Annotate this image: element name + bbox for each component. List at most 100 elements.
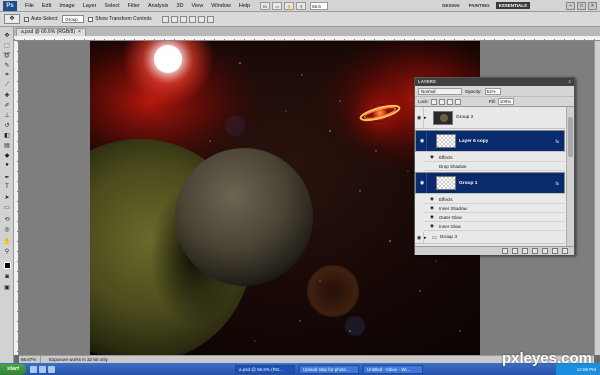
fx-icon[interactable]: fx [555,180,562,187]
pen-tool-icon[interactable]: ✒ [2,173,12,181]
hand-icon[interactable]: ✋ [284,1,295,10]
effect-outer-glow[interactable]: ◉ Outer Glow [424,213,565,222]
add-mask-icon[interactable] [522,248,528,254]
layers-scroll-thumb[interactable] [568,117,573,157]
3d-rotate-tool-icon[interactable]: ⟲ [2,215,12,223]
lock-pixels-icon[interactable] [438,98,445,105]
quick-mask-icon[interactable]: ◙ [2,273,12,281]
lock-all-icon[interactable] [454,98,461,105]
browser-icon[interactable] [39,365,46,373]
layer-row-group-1[interactable]: ◉ Group 1 fx [415,172,565,194]
taskbar-item-inbox[interactable]: Untitled - Inbox - Wi... [363,364,423,374]
align-bottom-icon[interactable] [179,15,187,23]
new-layer-icon[interactable] [552,248,558,254]
align-center-icon[interactable] [197,15,205,23]
effect-eye-icon[interactable]: ◉ [430,223,436,229]
effect-drop-shadow[interactable]: Drop Shadow [424,162,565,171]
visibility-eye-icon[interactable]: ◉ [418,131,427,151]
close-icon[interactable]: × [588,2,597,10]
auto-select-dropdown[interactable]: Group [62,15,85,23]
zoom-tool-icon[interactable]: ⚲ [2,247,12,255]
effect-eye-icon[interactable]: ◉ [430,205,436,211]
3d-orbit-tool-icon[interactable]: ◎ [2,225,12,233]
menu-window[interactable]: Window [207,3,235,9]
layer-row-group-2[interactable]: ◉ ▸ Group 2 [415,107,565,129]
add-style-icon[interactable] [512,248,518,254]
quick-select-tool-icon[interactable]: ✎ [2,61,12,69]
document-tab[interactable]: a.psd @ 66.6% (RGB/8) × [16,28,86,36]
align-top-icon[interactable] [161,15,169,23]
menu-edit[interactable]: Edit [38,3,55,9]
menu-help[interactable]: Help [235,3,254,9]
effects-row[interactable]: ◉ Effects [424,153,565,162]
workspace-essentials[interactable]: ESSENTIALS [495,2,530,9]
transform-controls-checkbox[interactable]: Show Transform Controls [88,16,152,22]
fill-field[interactable]: 100% [497,98,514,105]
history-brush-tool-icon[interactable]: ↺ [2,121,12,129]
path-selection-tool-icon[interactable]: ➤ [2,193,12,201]
menu-select[interactable]: Select [100,3,123,9]
menu-analysis[interactable]: Analysis [144,3,172,9]
expand-arrow-icon[interactable]: ▸ [424,235,429,241]
align-left-icon[interactable] [188,15,196,23]
marquee-tool-icon[interactable]: ⬚ [2,41,12,49]
visibility-eye-icon[interactable]: ◉ [415,107,424,128]
menu-view[interactable]: View [187,3,207,9]
effect-inner-glow[interactable]: ◉ Inner Glow [424,222,565,231]
workspace-painting[interactable]: PAINTING [466,2,493,9]
panel-menu-icon[interactable]: ≡ [568,78,574,86]
effect-eye-icon[interactable]: ◉ [430,154,436,160]
layers-panel-header[interactable]: LAYERS ≡ [415,78,574,86]
eyedropper-tool-icon[interactable]: ⟋ [2,81,12,89]
align-middle-icon[interactable] [170,15,178,23]
layer-row-group-3[interactable]: ◉ ▸ ▭ Group 3 [415,232,565,244]
expand-arrow-icon[interactable]: ▸ [424,115,429,121]
crop-tool-icon[interactable]: ⌗ [2,71,12,79]
menu-layer[interactable]: Layer [79,3,101,9]
adjustment-layer-icon[interactable] [532,248,538,254]
visibility-eye-icon[interactable]: ◉ [418,173,427,193]
dodge-tool-icon[interactable]: ● [2,161,12,169]
zoom-tool-icon[interactable]: ⚲ [296,1,307,10]
lock-position-icon[interactable] [446,98,453,105]
opacity-field[interactable]: 51% [484,87,501,95]
menu-filter[interactable]: Filter [124,3,144,9]
move-tool-icon[interactable]: ✥ [2,31,12,39]
link-layers-icon[interactable] [502,248,508,254]
effects-row[interactable]: ◉ Effects [424,195,565,204]
close-tab-icon[interactable]: × [78,29,81,36]
lock-transparency-icon[interactable] [430,98,437,105]
effect-eye-icon[interactable]: ◉ [430,214,436,220]
align-right-icon[interactable] [206,15,214,23]
status-zoom[interactable]: 66.67% [21,356,41,363]
effect-inner-shadow[interactable]: ◉ Inner Shadow [424,204,565,213]
gradient-tool-icon[interactable]: ▤ [2,141,12,149]
move-tool-preset-icon[interactable]: ✥ [4,14,20,24]
zoom-level-field[interactable]: 66.6 [310,1,329,10]
start-button[interactable]: start [0,363,26,375]
bridge-icon[interactable]: Br [260,1,271,10]
type-tool-icon[interactable]: T [2,183,12,191]
new-group-icon[interactable] [542,248,548,254]
visibility-eye-icon[interactable]: ◉ [415,232,424,243]
trash-icon[interactable] [562,248,568,254]
desktop-icon[interactable] [30,365,37,373]
taskbar-item-photoshop[interactable]: a.psd @ 66.6% (RG... [235,364,295,374]
taskbar-item-upload[interactable]: Upload step for photo... [299,364,359,374]
mail-icon[interactable] [48,365,55,373]
fx-icon[interactable]: fx [555,138,562,145]
auto-select-checkbox[interactable]: ✓ Auto-Select: [24,16,58,22]
brush-tool-icon[interactable]: ✐ [2,101,12,109]
minimize-icon[interactable]: – [566,2,575,10]
layers-scrollbar[interactable] [566,107,574,246]
clone-stamp-tool-icon[interactable]: ⊥ [2,111,12,119]
lasso-tool-icon[interactable]: ➰ [2,51,12,59]
minibridge-icon[interactable]: ▭ [272,1,283,10]
menu-3d[interactable]: 3D [172,3,187,9]
vertical-scrollbar[interactable] [594,41,600,355]
blend-mode-dropdown[interactable]: Normal [418,87,462,95]
maximize-icon[interactable]: □ [577,2,586,10]
menu-file[interactable]: File [21,3,38,9]
layer-row-layer-6-copy[interactable]: ◉ Layer 6 copy fx [415,130,565,152]
hand-tool-icon[interactable]: ✋ [2,237,12,245]
